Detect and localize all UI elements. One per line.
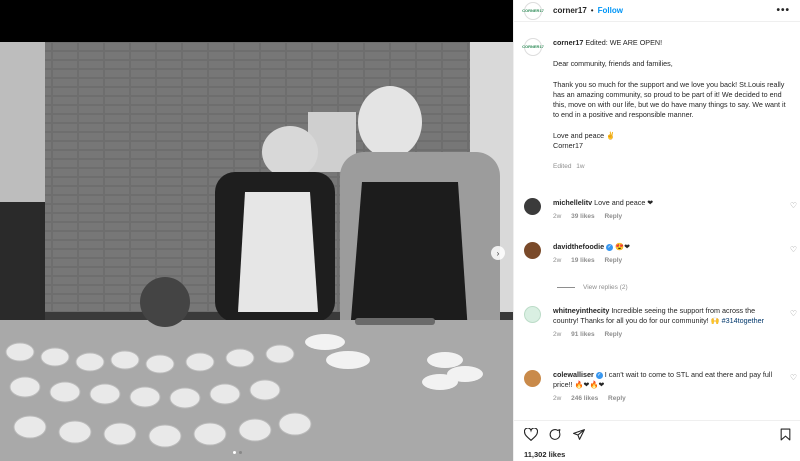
like-heart-icon[interactable] [524, 427, 538, 441]
comment-icon[interactable] [548, 428, 562, 441]
commenter-username[interactable]: whitneyinthecity [553, 306, 609, 315]
post-caption: CORNER17 corner17 Edited: WE ARE OPEN! D… [522, 38, 794, 172]
separator-dot: • [590, 6, 594, 15]
commenter-username[interactable]: colewalliser [553, 370, 594, 379]
reply-button[interactable]: Reply [604, 213, 622, 220]
likes-count[interactable]: 11,302 likes [524, 450, 791, 459]
comment: michellelitv Love and peace ❤ 2w 39 like… [524, 198, 799, 222]
post-photo[interactable]: › [0, 0, 513, 461]
commenter-username[interactable]: michellelitv [553, 198, 592, 207]
caption-avatar[interactable]: CORNER17 [522, 38, 544, 56]
follow-button[interactable]: Follow [598, 6, 623, 15]
comment: whitneyinthecity Incredible seeing the s… [524, 306, 799, 340]
comment-time: 2w [553, 257, 562, 264]
comment-text: 😍❤ [615, 242, 631, 251]
next-photo-button[interactable]: › [491, 246, 505, 260]
comment-time: 2w [553, 331, 562, 338]
reply-button[interactable]: Reply [604, 257, 622, 264]
save-bookmark-icon[interactable] [780, 428, 791, 441]
caption-paragraph: Dear community, friends and families, [553, 59, 673, 68]
caption-meta: Edited 1w [553, 163, 585, 170]
comment-time: 2w [553, 213, 562, 220]
verified-badge-icon: ✓ [606, 243, 614, 251]
comment-heart-icon[interactable]: ♡ [790, 309, 797, 318]
carousel-dots [233, 451, 242, 454]
caption-paragraph: Thank you so much for the support and we… [553, 80, 786, 119]
commenter-avatar[interactable] [524, 370, 541, 387]
comment-time: 2w [553, 395, 562, 402]
commenter-username[interactable]: davidthefoodie [553, 242, 604, 251]
commenter-avatar[interactable] [524, 306, 541, 323]
carousel-dot [239, 451, 242, 454]
more-options-icon[interactable]: ••• [776, 5, 790, 16]
comment-heart-icon[interactable]: ♡ [790, 201, 797, 210]
comment-heart-icon[interactable]: ♡ [790, 373, 797, 382]
replies-line [557, 287, 575, 288]
reply-button[interactable]: Reply [604, 331, 622, 338]
caption-signature: Corner17 [553, 141, 583, 150]
account-username[interactable]: corner17 [553, 6, 587, 15]
verified-badge-icon: ✓ [595, 371, 603, 379]
share-icon[interactable] [572, 428, 586, 441]
comment-text: Love and peace ❤ [594, 198, 654, 207]
chevron-right-icon: › [496, 248, 500, 258]
comment-likes[interactable]: 246 likes [571, 395, 598, 402]
reply-button[interactable]: Reply [608, 395, 626, 402]
comment-likes[interactable]: 39 likes [571, 213, 595, 220]
commenter-avatar[interactable] [524, 242, 541, 259]
comment: colewalliser ✓ I can't wait to come to S… [524, 370, 799, 404]
action-bar: 11,302 likes [514, 420, 800, 459]
comment-likes[interactable]: 19 likes [571, 257, 595, 264]
comment-likes[interactable]: 91 likes [571, 331, 595, 338]
hashtag-link[interactable]: #314together [722, 316, 764, 325]
commenter-avatar[interactable] [524, 198, 541, 215]
post-header: CORNER17 corner17 • Follow ••• [514, 0, 800, 22]
post-image [0, 42, 513, 461]
caption-paragraph: Love and peace ✌ [553, 131, 616, 140]
caption-username[interactable]: corner17 [553, 38, 583, 47]
view-replies-button[interactable]: View replies (2) [557, 284, 628, 291]
comment-heart-icon[interactable]: ♡ [790, 245, 797, 254]
account-avatar[interactable]: CORNER17 [522, 1, 544, 20]
comment: davidthefoodie ✓ 😍❤ 2w 19 likes Reply ♡ [524, 242, 799, 266]
carousel-dot [233, 451, 236, 454]
caption-first-line: Edited: WE ARE OPEN! [585, 38, 663, 47]
post-panel: CORNER17 corner17 • Follow ••• CORNER17 … [513, 0, 800, 461]
